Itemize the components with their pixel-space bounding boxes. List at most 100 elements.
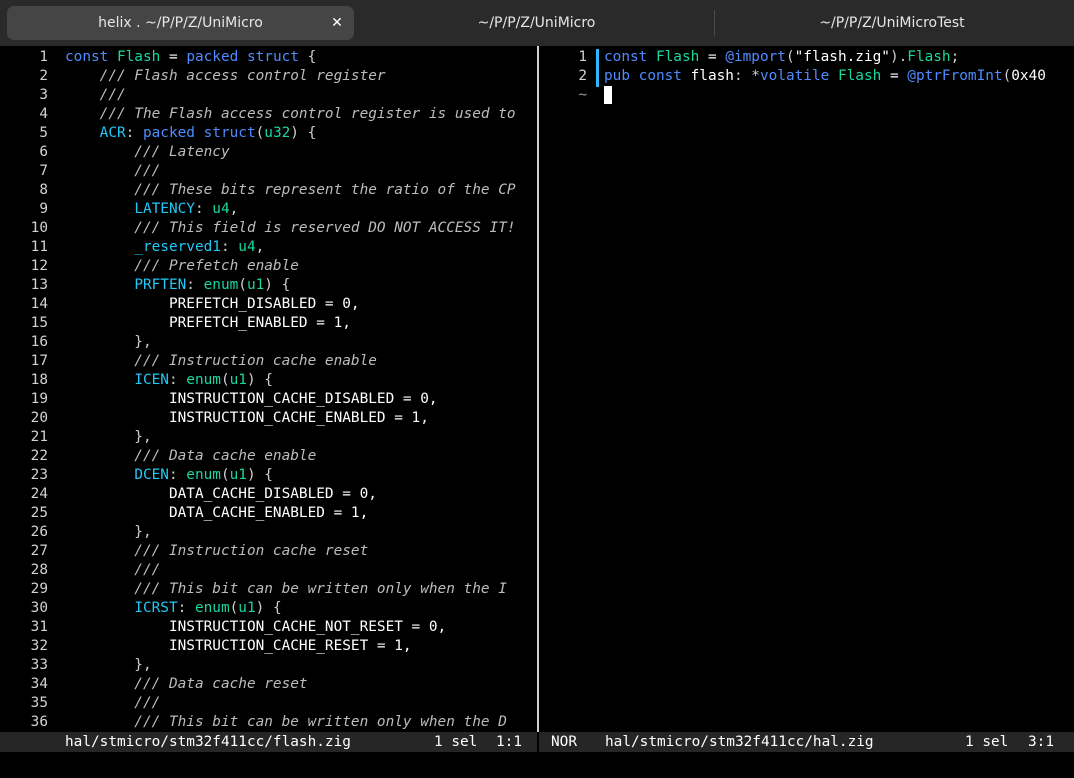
code-token: INSTRUCTION_CACHE_NOT_RESET = 0, <box>65 619 447 635</box>
code-token: /// Instruction cache enable <box>65 353 377 369</box>
line-number: 35 <box>30 695 48 711</box>
code-token: volatile <box>759 68 838 84</box>
code-line[interactable]: 6 /// Latency <box>0 143 537 162</box>
code-line[interactable]: 4 /// The Flash access control register … <box>0 105 537 124</box>
code-line[interactable]: 25 DATA_CACHE_ENABLED = 1, <box>0 504 537 523</box>
code-token: /// The Flash access control register is… <box>65 106 516 122</box>
code-line[interactable]: 20 INSTRUCTION_CACHE_ENABLED = 1, <box>0 409 537 428</box>
code-line[interactable]: 17 /// Instruction cache enable <box>0 352 537 371</box>
code-line[interactable]: 31 INSTRUCTION_CACHE_NOT_RESET = 0, <box>0 618 537 637</box>
code-token: u1 <box>238 600 256 616</box>
code-token: : <box>168 467 187 483</box>
line-number: 20 <box>30 410 48 426</box>
code-line[interactable]: 3 /// <box>0 86 537 105</box>
code-line[interactable]: 22 /// Data cache enable <box>0 447 537 466</box>
code-line[interactable]: 27 /// Instruction cache reset <box>0 542 537 561</box>
text-cursor <box>604 86 612 104</box>
line-number: 9 <box>39 201 48 217</box>
code-token: : <box>177 600 195 616</box>
code-line[interactable]: 1 const Flash = @import("flash.zig").Flas… <box>539 48 1074 67</box>
code-line[interactable]: 18 ICEN: enum(u1) { <box>0 371 537 390</box>
code-token: Flash <box>907 49 951 65</box>
code-token: : <box>220 239 239 255</box>
tab-helix[interactable]: helix . ~/P/P/Z/UniMicro ✕ <box>7 6 354 40</box>
code-token: /// Latency <box>65 144 230 160</box>
code-line[interactable]: 16 }, <box>0 333 537 352</box>
code-token: ( <box>229 600 239 616</box>
code-token: ). <box>889 49 908 65</box>
status-mode: NOR <box>551 734 577 750</box>
code-line[interactable]: 12 /// Prefetch enable <box>0 257 537 276</box>
empty-line[interactable]: ~ <box>539 86 1074 105</box>
code-token: /// <box>65 695 161 711</box>
code-line[interactable]: 8 /// These bits represent the ratio of … <box>0 181 537 200</box>
status-file: hal/stmicro/stm32f411cc/flash.zig <box>65 734 351 750</box>
code-line[interactable]: 33 }, <box>0 656 537 675</box>
code-line[interactable]: 32 INSTRUCTION_CACHE_RESET = 1, <box>0 637 537 656</box>
tab-title: helix . ~/P/P/Z/UniMicro <box>98 15 263 31</box>
code-token: ; <box>950 49 960 65</box>
line-number: 30 <box>30 600 48 616</box>
tab-unimicro[interactable]: ~/P/P/Z/UniMicro <box>360 6 713 40</box>
tab-unimicrotest[interactable]: ~/P/P/Z/UniMicroTest <box>716 6 1068 40</box>
code-token: ( <box>785 49 795 65</box>
code-line[interactable]: 10 /// This field is reserved DO NOT ACC… <box>0 219 537 238</box>
code-token: : * <box>733 68 760 84</box>
code-token: enum <box>186 467 221 483</box>
code-token: @import <box>725 49 786 65</box>
code-token: /// Instruction cache reset <box>65 543 369 559</box>
line-number: 8 <box>39 182 48 198</box>
code-token: u4 <box>212 201 230 217</box>
code-line[interactable]: 29 /// This bit can be written only when… <box>0 580 537 599</box>
code-token: , <box>229 201 239 217</box>
editor-pane-left[interactable]: 1 const Flash = packed struct {2 /// Flas… <box>0 46 537 732</box>
command-line[interactable] <box>0 752 1074 778</box>
code-token: /// Prefetch enable <box>65 258 299 274</box>
line-number: 25 <box>30 505 48 521</box>
code-line[interactable]: 9 LATENCY: u4, <box>0 200 537 219</box>
code-line[interactable]: 19 INSTRUCTION_CACHE_DISABLED = 0, <box>0 390 537 409</box>
code-line[interactable]: 30 ICRST: enum(u1) { <box>0 599 537 618</box>
code-line[interactable]: 21 }, <box>0 428 537 447</box>
code-token: /// Flash access control register <box>65 68 386 84</box>
code-token: LATENCY <box>134 201 195 217</box>
line-number: 26 <box>30 524 48 540</box>
code-token: ( <box>1002 68 1012 84</box>
line-number: 13 <box>30 277 48 293</box>
code-token: }, <box>65 429 152 445</box>
code-line[interactable]: 14 PREFETCH_DISABLED = 0, <box>0 295 537 314</box>
code-line[interactable]: 15 PREFETCH_ENABLED = 1, <box>0 314 537 333</box>
code-token: PREFETCH_ENABLED = 1, <box>65 315 351 331</box>
code-token: enum <box>194 600 230 616</box>
code-line[interactable]: 5 ACR: packed struct(u32) { <box>0 124 537 143</box>
code-line[interactable]: 28 /// <box>0 561 537 580</box>
line-number: 1 <box>578 49 587 65</box>
statusline-left: hal/stmicro/stm32f411cc/flash.zig 1 sel … <box>0 732 537 752</box>
code-line[interactable]: 36 /// This bit can be written only when… <box>0 713 537 732</box>
code-line[interactable]: 2 /// Flash access control register <box>0 67 537 86</box>
code-line[interactable]: 13 PRFTEN: enum(u1) { <box>0 276 537 295</box>
code-token: ( <box>220 467 230 483</box>
line-number: 21 <box>30 429 48 445</box>
code-line[interactable]: 11 _reserved1: u4, <box>0 238 537 257</box>
code-line[interactable]: 35 /// <box>0 694 537 713</box>
line-number: 17 <box>30 353 48 369</box>
code-line[interactable]: 1 const Flash = packed struct { <box>0 48 537 67</box>
code-token: flash <box>690 68 734 84</box>
code-line[interactable]: 34 /// Data cache reset <box>0 675 537 694</box>
code-token: INSTRUCTION_CACHE_RESET = 1, <box>65 638 412 654</box>
code-line[interactable]: 24 DATA_CACHE_DISABLED = 0, <box>0 485 537 504</box>
code-token: /// This bit can be written only when th… <box>65 714 507 730</box>
code-line[interactable]: 2 pub const flash: *volatile Flash = @ptr… <box>539 67 1074 86</box>
code-line[interactable]: 7 /// <box>0 162 537 181</box>
line-number: 32 <box>30 638 48 654</box>
code-line[interactable]: 26 }, <box>0 523 537 542</box>
code-token: enum <box>203 277 239 293</box>
code-token: const <box>604 49 656 65</box>
editor-pane-right[interactable]: 1 const Flash = @import("flash.zig").Flas… <box>539 46 1074 732</box>
close-icon[interactable]: ✕ <box>328 6 346 40</box>
code-line[interactable]: 23 DCEN: enum(u1) { <box>0 466 537 485</box>
